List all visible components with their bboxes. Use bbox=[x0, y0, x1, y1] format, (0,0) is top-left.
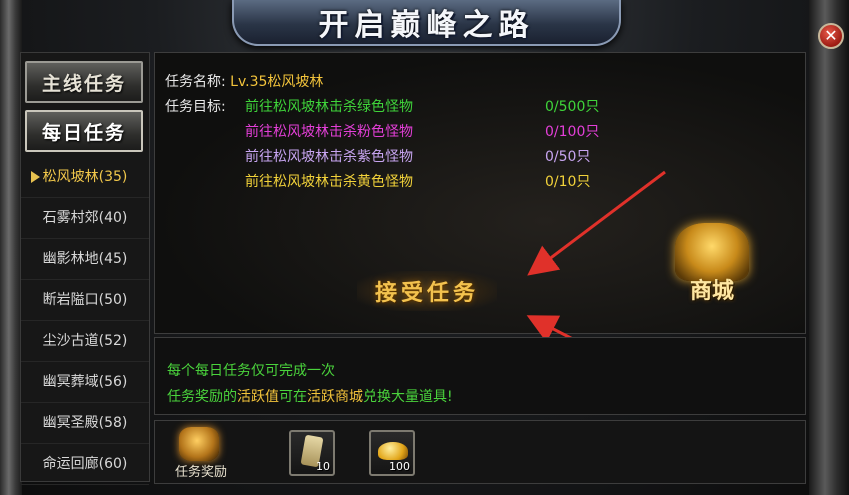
objective-count: 0/10只 bbox=[545, 174, 591, 190]
right-pillar-decoration bbox=[809, 0, 849, 495]
note-text: 兑换大量道具! bbox=[363, 389, 453, 405]
quest-sidebar: 主线任务 每日任务 松风坡林(35) 石雾村郊(40) 幽影林地(45) 断岩隘… bbox=[20, 52, 150, 485]
objective-count: 0/500只 bbox=[545, 99, 600, 115]
task-detail-panel: 任务名称: Lv.35松风坡林 任务目标: 前往松风坡林击杀绿色怪物 0/500… bbox=[154, 52, 806, 334]
zone-item-duanyan[interactable]: 断岩隘口(50) bbox=[21, 280, 149, 321]
note-line-2: 任务奖励的活跃值可在活跃商城兑换大量道具! bbox=[167, 386, 453, 406]
zone-label: 幽冥圣殿(58) bbox=[42, 415, 128, 431]
reward-chest-icon: 任务奖励 bbox=[165, 425, 235, 481]
accept-task-button[interactable]: 接受任务 bbox=[357, 271, 497, 311]
close-icon: ✕ bbox=[824, 26, 838, 45]
left-pillar-decoration bbox=[0, 0, 22, 495]
reward-qty: 100 bbox=[389, 460, 410, 473]
zone-label: 命运回廊(60) bbox=[42, 456, 128, 472]
objective-count: 0/50只 bbox=[545, 149, 591, 165]
zone-item-songfeng[interactable]: 松风坡林(35) bbox=[21, 157, 149, 198]
reward-bar: 任务奖励 10 100 bbox=[154, 420, 806, 484]
task-objective-label: 任务目标: bbox=[165, 99, 226, 115]
task-name-label: 任务名称: bbox=[165, 74, 226, 90]
zone-item-chensha[interactable]: 尘沙古道(52) bbox=[21, 321, 149, 362]
objective-text: 前往松风坡林击杀紫色怪物 bbox=[245, 149, 413, 165]
reward-label: 任务奖励 bbox=[174, 465, 227, 480]
zone-list: 松风坡林(35) 石雾村郊(40) 幽影林地(45) 断岩隘口(50) 尘沙古道… bbox=[21, 157, 149, 485]
objective-text: 前往松风坡林击杀粉色怪物 bbox=[245, 124, 413, 140]
zone-item-shiwu[interactable]: 石雾村郊(40) bbox=[21, 198, 149, 239]
title-plate: 开启巅峰之路 bbox=[232, 0, 621, 46]
note-line-1: 每个每日任务仅可完成一次 bbox=[167, 363, 335, 379]
task-name-value: Lv.35松风坡林 bbox=[230, 74, 324, 90]
notes-panel: 每个每日任务仅可完成一次 任务奖励的活跃值可在活跃商城兑换大量道具! bbox=[154, 337, 806, 415]
reward-slot-scroll[interactable]: 10 bbox=[289, 430, 335, 476]
note-text: 任务奖励的 bbox=[167, 389, 237, 405]
gold-ingot-icon bbox=[378, 442, 408, 460]
note-text: 可在 bbox=[279, 389, 307, 405]
close-button[interactable]: ✕ bbox=[818, 23, 844, 49]
zone-item-youming-sheng[interactable]: 幽冥圣殿(58) bbox=[21, 403, 149, 444]
zone-label: 幽冥葬域(56) bbox=[42, 374, 128, 390]
note-highlight-shop: 活跃商城 bbox=[307, 389, 363, 405]
zone-item-youming-zang[interactable]: 幽冥葬域(56) bbox=[21, 362, 149, 403]
zone-label: 幽影林地(45) bbox=[42, 251, 128, 267]
task-name-row: 任务名称: Lv.35松风坡林 bbox=[165, 71, 323, 91]
objective-count: 0/100只 bbox=[545, 124, 600, 140]
reward-qty: 10 bbox=[316, 460, 330, 473]
zone-label: 石雾村郊(40) bbox=[42, 210, 128, 226]
zone-label: 断岩隘口(50) bbox=[42, 292, 128, 308]
zone-item-youying[interactable]: 幽影林地(45) bbox=[21, 239, 149, 280]
chest-icon bbox=[179, 427, 219, 461]
zone-label: 松风坡林(35) bbox=[42, 169, 128, 185]
zone-label: 尘沙古道(52) bbox=[42, 333, 128, 349]
reward-slot-gold[interactable]: 100 bbox=[369, 430, 415, 476]
task-objective-row: 任务目标: bbox=[165, 96, 226, 116]
objective-text: 前往松风坡林击杀黄色怪物 bbox=[245, 174, 413, 190]
shop-label: 商城 bbox=[689, 278, 734, 304]
shop-button[interactable]: 商城 bbox=[667, 213, 757, 313]
selected-arrow-icon bbox=[31, 171, 40, 183]
note-highlight-activity: 活跃值 bbox=[237, 389, 279, 405]
objective-text: 前往松风坡林击杀绿色怪物 bbox=[245, 99, 413, 115]
daily-quest-button[interactable]: 每日任务 bbox=[25, 110, 143, 152]
window-title: 开启巅峰之路 bbox=[318, 8, 535, 43]
zone-item-mingyun[interactable]: 命运回廊(60) bbox=[21, 444, 149, 485]
main-quest-button[interactable]: 主线任务 bbox=[25, 61, 143, 103]
